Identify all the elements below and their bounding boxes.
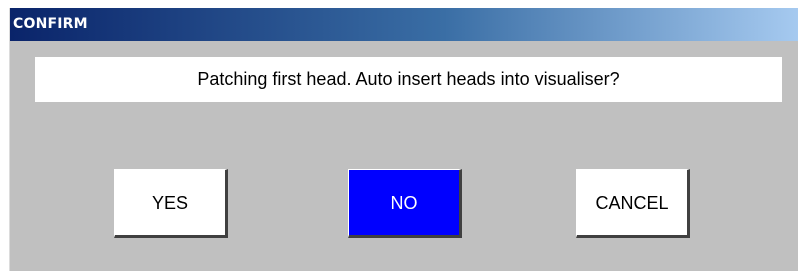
yes-button[interactable]: YES [114, 169, 228, 238]
message-text: Patching first head. Auto insert heads i… [197, 69, 620, 89]
cancel-button[interactable]: CANCEL [576, 169, 690, 238]
message-panel: Patching first head. Auto insert heads i… [35, 57, 782, 102]
confirm-dialog: CONFIRM Patching first head. Auto insert… [9, 8, 798, 271]
title-bar[interactable]: CONFIRM [10, 8, 798, 41]
no-button[interactable]: NO [348, 169, 462, 238]
dialog-title: CONFIRM [13, 16, 88, 32]
